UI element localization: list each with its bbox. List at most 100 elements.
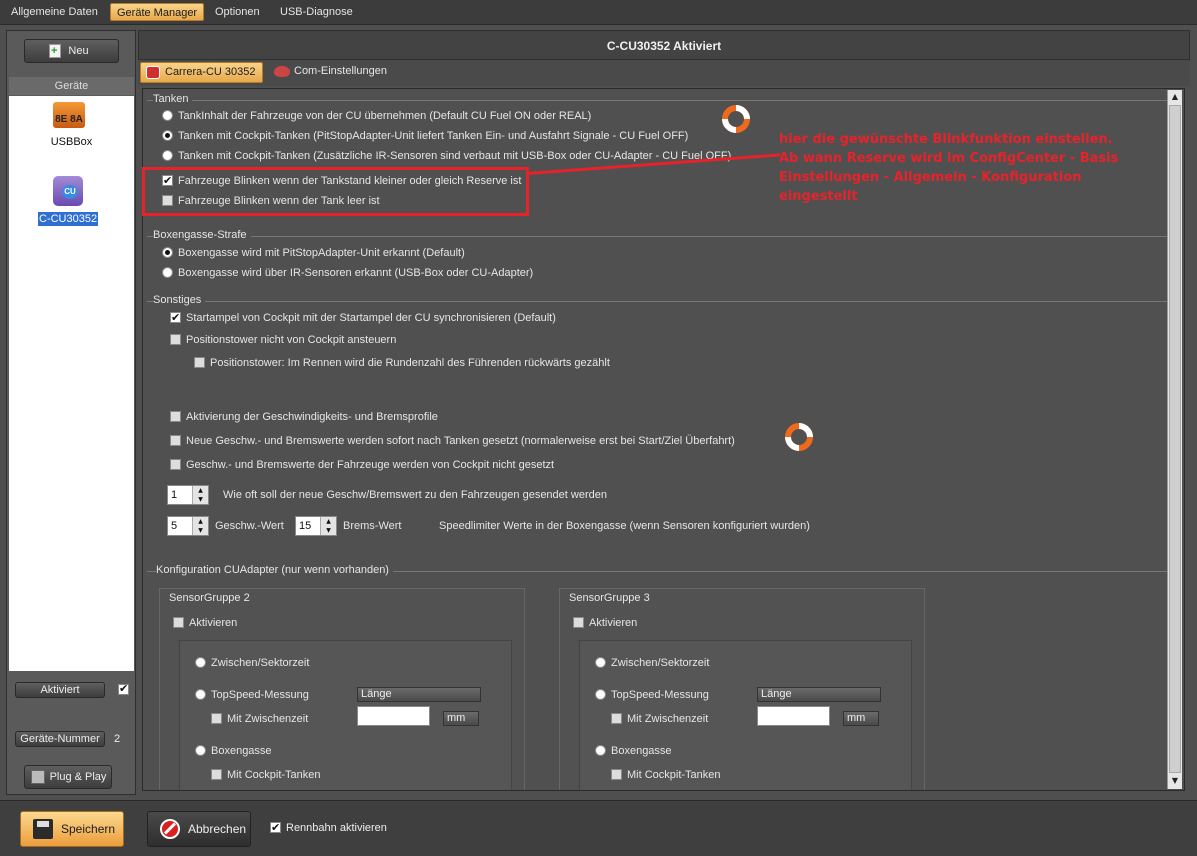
checkbox-checked-icon xyxy=(170,310,181,326)
checkbox-icon xyxy=(170,410,181,422)
page-title: C-CU30352 Aktiviert xyxy=(138,30,1190,60)
scroll-up-icon[interactable]: ▲ xyxy=(1168,90,1182,104)
speed-value-stepper[interactable]: 5 ▲ ▼ xyxy=(167,516,209,536)
stepper-arrows-icon[interactable]: ▲ ▼ xyxy=(192,517,208,535)
menu-item-allgemeine-daten[interactable]: Allgemeine Daten xyxy=(5,3,104,21)
device-label-usbbox: USBBox xyxy=(50,136,93,148)
sensor-group-2-boxengasse[interactable]: Boxengasse xyxy=(195,743,272,759)
group-title-cuadapter: Konfiguration CUAdapter (nur wenn vorhan… xyxy=(156,564,393,576)
vertical-scrollbar[interactable]: ▲ ▼ xyxy=(1167,90,1182,789)
brake-value-label: Brems-Wert xyxy=(343,520,402,532)
checkbox-icon xyxy=(611,768,622,780)
sensor-group-3-title: SensorGruppe 3 xyxy=(569,592,654,604)
sensor-group-3-laenge-select[interactable]: Länge xyxy=(757,687,881,702)
new-device-button[interactable]: + Neu xyxy=(24,39,119,63)
sensor-group-2-activate[interactable]: Aktivieren xyxy=(173,615,237,631)
radio-selected-icon xyxy=(162,129,173,141)
device-sidebar: + Neu Geräte 8E 8A USBBox CU C-CU30352 A… xyxy=(6,30,136,795)
frequency-stepper[interactable]: 1 ▲ ▼ xyxy=(167,485,209,505)
group-title-sonstiges: Sonstiges xyxy=(153,294,206,306)
profile-activation-checkbox[interactable]: Aktivierung der Geschwindigkeits- und Br… xyxy=(170,409,438,425)
save-button[interactable]: Speichern xyxy=(20,811,124,847)
checkbox-checked-icon xyxy=(270,820,281,836)
com-icon xyxy=(274,66,290,77)
sensor-group-3-unit[interactable]: mm xyxy=(843,711,879,726)
tanken-option-cockpit-ir[interactable]: Tanken mit Cockpit-Tanken (Zusätzliche I… xyxy=(162,148,731,164)
sensor-group-2: SensorGruppe 2 Aktivieren Zwischen/Sekto… xyxy=(159,588,525,790)
sensor-group-3-mit-zwischenzeit[interactable]: Mit Zwischenzeit xyxy=(611,711,708,727)
new-device-label: Neu xyxy=(68,45,89,57)
checkbox-icon xyxy=(170,458,181,470)
menu-item-usb-diagnose[interactable]: USB-Diagnose xyxy=(274,3,359,21)
device-item-ccu30352[interactable]: CU C-CU30352 xyxy=(9,172,134,230)
sensor-group-2-zwischenzeit[interactable]: Zwischen/Sektorzeit xyxy=(195,655,309,671)
boxengasse-option-pitstop[interactable]: Boxengasse wird mit PitStopAdapter-Unit … xyxy=(162,245,465,261)
activated-button[interactable]: Aktiviert xyxy=(15,682,105,698)
tab-com-einstellungen[interactable]: Com-Einstellungen xyxy=(270,62,394,83)
sensor-group-2-cockpit-tanken[interactable]: Mit Cockpit-Tanken xyxy=(211,767,321,783)
values-not-set-checkbox[interactable]: Geschw.- und Bremswerte der Fahrzeuge we… xyxy=(170,457,554,473)
tab-carrera-cu[interactable]: Carrera-CU 30352 xyxy=(140,62,264,83)
plug-icon xyxy=(31,770,45,784)
usb-box-icon: 8E 8A xyxy=(53,102,85,128)
sensor-group-2-mit-zwischenzeit[interactable]: Mit Zwischenzeit xyxy=(211,711,308,727)
device-number-button[interactable]: Geräte-Nummer xyxy=(15,731,105,747)
annotation-highlight-box xyxy=(142,167,529,216)
tanken-option-cu[interactable]: TankInhalt der Fahrzeuge von der CU über… xyxy=(162,108,591,124)
radio-icon xyxy=(595,688,606,700)
device-item-usbbox[interactable]: 8E 8A USBBox xyxy=(9,100,134,152)
boxengasse-option-ir[interactable]: Boxengasse wird über IR-Sensoren erkannt… xyxy=(162,265,533,281)
control-unit-icon: CU xyxy=(53,176,83,206)
plug-play-button[interactable]: Plug & Play xyxy=(24,765,112,789)
brake-value-stepper[interactable]: 15 ▲ ▼ xyxy=(295,516,337,536)
new-document-icon: + xyxy=(49,44,61,58)
sensor-group-2-length-input[interactable] xyxy=(357,706,430,726)
radio-selected-icon xyxy=(162,246,173,258)
scroll-down-icon[interactable]: ▼ xyxy=(1168,774,1182,788)
new-values-checkbox[interactable]: Neue Geschw.- und Bremswerte werden sofo… xyxy=(170,433,735,449)
sensor-group-3-cockpit-tanken[interactable]: Mit Cockpit-Tanken xyxy=(611,767,721,783)
checkbox-icon xyxy=(611,712,622,724)
group-title-tanken: Tanken xyxy=(153,93,193,105)
speed-value-label: Geschw.-Wert xyxy=(215,520,284,532)
tab-bar: Carrera-CU 30352 Com-Einstellungen xyxy=(138,60,1190,86)
sensor-group-2-unit[interactable]: mm xyxy=(443,711,479,726)
sensor-group-3-activate[interactable]: Aktivieren xyxy=(573,615,637,631)
positionstower-checkbox[interactable]: Positionstower nicht von Cockpit ansteue… xyxy=(170,332,396,348)
tanken-option-cockpit-pitstop[interactable]: Tanken mit Cockpit-Tanken (PitStopAdapte… xyxy=(162,128,688,144)
sensor-group-2-options: Zwischen/Sektorzeit TopSpeed-Messung Län… xyxy=(179,640,512,790)
activated-checkbox[interactable] xyxy=(118,682,129,695)
checkbox-icon xyxy=(173,616,184,628)
menu-item-optionen[interactable]: Optionen xyxy=(209,3,266,21)
help-lifebuoy-icon[interactable] xyxy=(785,423,813,451)
activate-track-checkbox[interactable]: Rennbahn aktivieren xyxy=(270,820,387,836)
sensor-group-2-laenge-select[interactable]: Länge xyxy=(357,687,481,702)
sensor-group-2-topspeed[interactable]: TopSpeed-Messung xyxy=(195,687,309,703)
radio-icon xyxy=(595,744,606,756)
cancel-icon xyxy=(160,819,180,839)
frequency-label: Wie oft soll der neue Geschw/Bremswert z… xyxy=(223,489,607,501)
sensor-group-3-topspeed[interactable]: TopSpeed-Messung xyxy=(595,687,709,703)
sensor-group-3-options: Zwischen/Sektorzeit TopSpeed-Messung Län… xyxy=(579,640,912,790)
checkbox-icon xyxy=(170,434,181,446)
checkbox-icon xyxy=(170,333,181,345)
sensor-group-3-length-input[interactable] xyxy=(757,706,830,726)
checkbox-icon xyxy=(194,356,205,368)
group-title-boxengasse: Boxengasse-Strafe xyxy=(153,229,251,241)
device-number-value: 2 xyxy=(114,733,121,745)
stepper-arrows-icon[interactable]: ▲ ▼ xyxy=(192,486,208,504)
scrollbar-thumb[interactable] xyxy=(1169,105,1181,773)
sensor-group-3-zwischenzeit[interactable]: Zwischen/Sektorzeit xyxy=(595,655,709,671)
cancel-button[interactable]: Abbrechen xyxy=(147,811,251,847)
annotation-text: hier die gewünschte Blinkfunktion einste… xyxy=(779,132,1119,204)
positionstower-rennen-checkbox[interactable]: Positionstower: Im Rennen wird die Runde… xyxy=(194,355,610,371)
plug-play-label: Plug & Play xyxy=(49,771,107,783)
stepper-arrows-icon[interactable]: ▲ ▼ xyxy=(320,517,336,535)
help-lifebuoy-icon[interactable] xyxy=(722,105,750,133)
sensor-group-3-boxengasse[interactable]: Boxengasse xyxy=(595,743,672,759)
carrera-icon xyxy=(146,66,160,79)
startampel-checkbox[interactable]: Startampel von Cockpit mit der Startampe… xyxy=(170,310,556,326)
sensor-group-3: SensorGruppe 3 Aktivieren Zwischen/Sekto… xyxy=(559,588,925,790)
checkbox-icon xyxy=(211,712,222,724)
menu-item-geraete-manager[interactable]: Geräte Manager xyxy=(110,3,205,21)
